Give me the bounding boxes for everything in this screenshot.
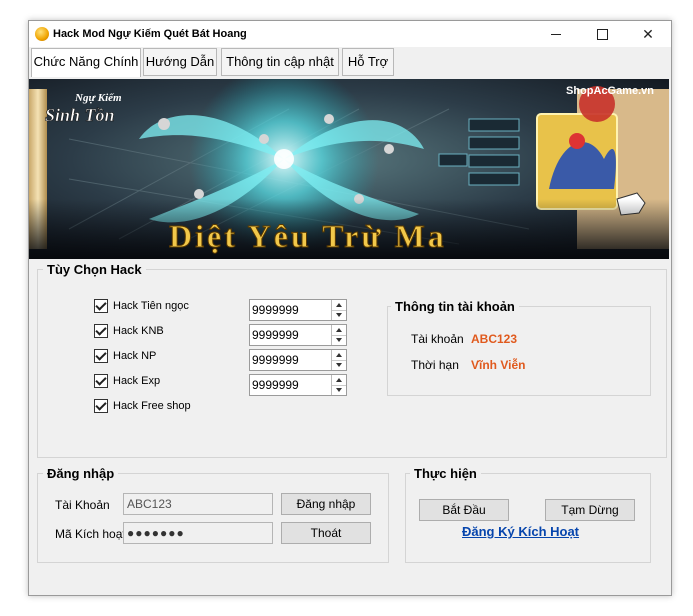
knb-amount-input[interactable]: 9999999 [249,324,347,346]
account-value: ABC123 [471,332,518,346]
tien-ngoc-amount-input[interactable]: 9999999 [249,299,347,321]
hack-exp-checkbox[interactable] [94,374,108,388]
login-group [37,473,389,563]
login-button[interactable]: Đăng nhập [281,493,371,515]
close-icon: ✕ [642,26,654,42]
account-info-group [387,306,651,396]
exp-amount-value: 9999999 [252,378,299,392]
hack-knb-label: Hack KNB [113,325,164,337]
hack-options-title: Tùy Chọn Hack [43,262,146,277]
start-button[interactable]: Bắt Đầu [419,499,509,521]
login-account-input[interactable]: ABC123 [123,493,273,515]
hack-np-checkbox[interactable] [94,349,108,363]
decrement-arrow-icon[interactable] [332,335,346,345]
np-amount-value: 9999999 [252,353,299,367]
tien-ngoc-amount-value: 9999999 [252,303,299,317]
maximize-icon [597,29,608,40]
activation-code-label: Mã Kích hoạt [55,527,126,541]
hack-free-shop-label: Hack Free shop [113,400,191,412]
account-info-title: Thông tin tài khoản [391,299,519,314]
minimize-button[interactable] [533,21,579,47]
tien-ngoc-stepper [331,300,346,320]
hack-tien-ngoc-checkbox[interactable] [94,299,108,313]
term-label: Thời hạn [411,358,459,372]
close-button[interactable]: ✕ [625,21,671,47]
hack-free-shop-checkbox[interactable] [94,399,108,413]
knb-amount-value: 9999999 [252,328,299,342]
np-amount-input[interactable]: 9999999 [249,349,347,371]
decrement-arrow-icon[interactable] [332,360,346,370]
hack-knb-checkbox[interactable] [94,324,108,338]
banner-slogan: Diệt Yêu Trừ Ma [169,218,447,254]
app-window: Hack Mod Ngự Kiếm Quét Bát Hoang ✕ Chức … [28,20,672,596]
app-coin-icon [35,27,49,41]
exp-stepper [331,375,346,395]
login-title: Đăng nhập [43,466,119,481]
banner-artwork: Ngự Kiếm Sinh Tồn ShopAcGame.vn Diệt Yêu… [29,79,669,259]
tab-main-functions[interactable]: Chức Năng Chính [31,48,141,77]
np-stepper [331,350,346,370]
decrement-arrow-icon[interactable] [332,385,346,395]
login-account-label: Tài Khoản [55,498,110,512]
account-label: Tài khoản [411,332,464,346]
decrement-arrow-icon[interactable] [332,310,346,320]
banner-logo-bottom: Sinh Tồn [45,105,115,125]
minimize-icon [551,34,561,35]
window-title: Hack Mod Ngự Kiếm Quét Bát Hoang [53,28,247,40]
hack-np-label: Hack NP [113,350,157,362]
activation-code-input[interactable]: ●●●●●●● [123,522,273,544]
term-value: Vĩnh Viễn [471,358,526,372]
hack-tien-ngoc-label: Hack Tiên ngọc [113,300,189,312]
game-banner: Ngự Kiếm Sinh Tồn ShopAcGame.vn Diệt Yêu… [29,79,669,259]
banner-logo-top: Ngự Kiếm [74,92,122,104]
maximize-button[interactable] [579,21,625,47]
exp-amount-input[interactable]: 9999999 [249,374,347,396]
tab-update-info[interactable]: Thông tin cập nhật [221,48,339,76]
banner-site: ShopAcGame.vn [566,85,654,97]
register-activation-link[interactable]: Đăng Ký Kích Hoạt [462,524,579,539]
exit-button[interactable]: Thoát [281,522,371,544]
tab-support[interactable]: Hỗ Trợ [342,48,394,76]
pause-button[interactable]: Tạm Dừng [545,499,635,521]
hack-exp-label: Hack Exp [113,375,161,387]
knb-stepper [331,325,346,345]
tab-guide[interactable]: Hướng Dẫn [143,48,217,76]
title-bar[interactable]: Hack Mod Ngự Kiếm Quét Bát Hoang ✕ [29,21,671,47]
execute-title: Thực hiện [410,466,481,481]
